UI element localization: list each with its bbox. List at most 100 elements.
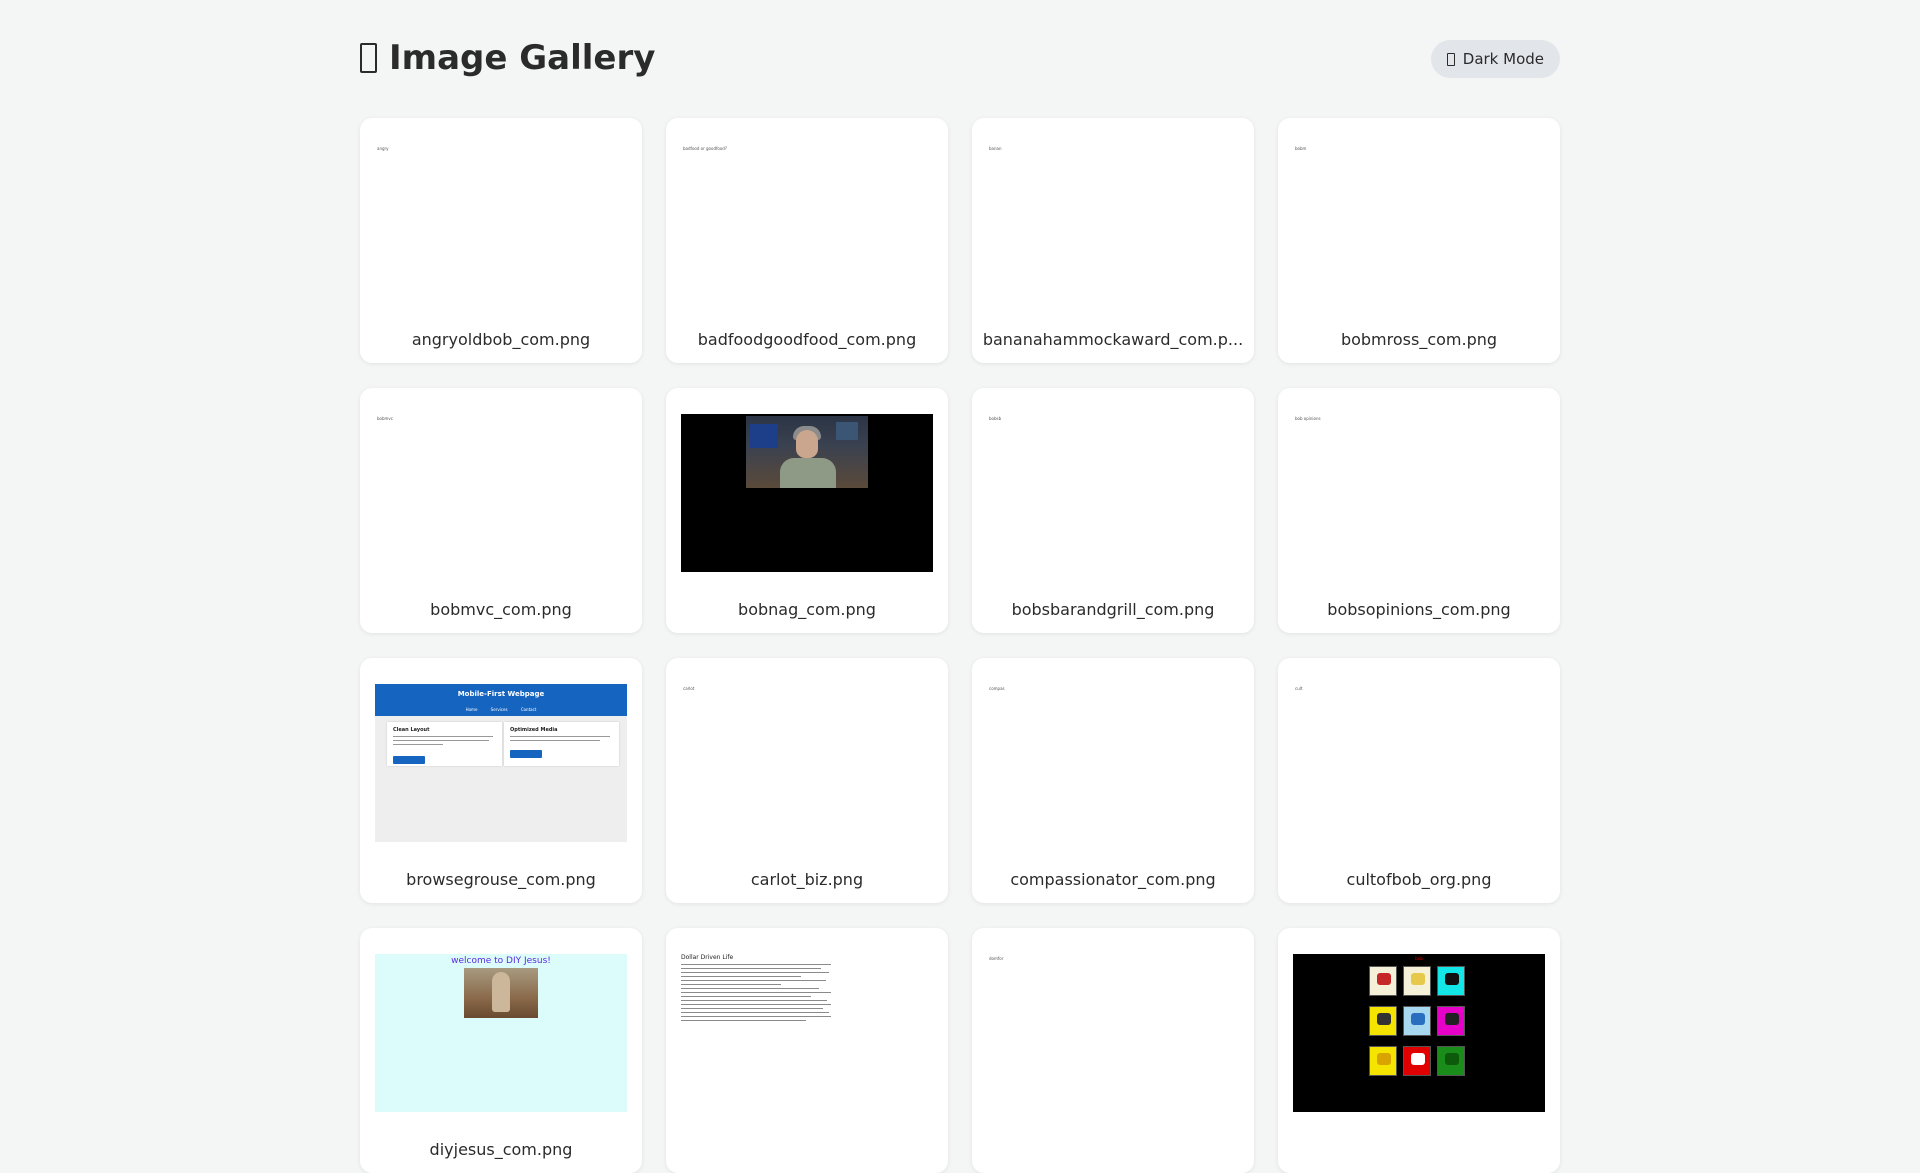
thumbnail[interactable]: domfor bbox=[987, 954, 1239, 1112]
thumbnail-text: cult bbox=[1295, 686, 1303, 691]
text-line bbox=[681, 984, 781, 985]
thumbnail-text: compas bbox=[989, 686, 1005, 691]
text-line bbox=[681, 1020, 806, 1021]
image-filename: cultofbob_org.png bbox=[1346, 870, 1492, 889]
text-line bbox=[681, 1008, 823, 1009]
text-line bbox=[681, 976, 801, 977]
figure-shape bbox=[492, 972, 510, 1012]
page-title-text: Image Gallery bbox=[389, 38, 656, 78]
image-filename: browsegrouse_com.png bbox=[406, 870, 596, 889]
thumbnail[interactable]: cult bbox=[1293, 684, 1545, 842]
thumbnail-webpage[interactable]: bob bbox=[1293, 954, 1545, 1112]
tile-icon bbox=[1369, 966, 1397, 996]
gallery-card[interactable]: compas compassionator_com.png bbox=[972, 658, 1254, 903]
tile-icon bbox=[1369, 1046, 1397, 1076]
gallery-card[interactable]: carlot carlot_biz.png bbox=[666, 658, 948, 903]
tile-icon bbox=[1369, 1006, 1397, 1036]
text-line bbox=[681, 972, 829, 973]
thumbnail[interactable]: bob opinions bbox=[1293, 414, 1545, 572]
monitor-shape bbox=[836, 422, 858, 440]
dark-mode-label: Dark Mode bbox=[1462, 50, 1544, 68]
gallery-card[interactable]: Dollar Driven Life bbox=[666, 928, 948, 1173]
thumbnail-video-still[interactable] bbox=[681, 414, 933, 572]
thumbnail[interactable]: banan bbox=[987, 144, 1239, 302]
gallery-card[interactable]: angry angryoldbob_com.png bbox=[360, 118, 642, 363]
thumb-site-card: Clean Layout bbox=[387, 722, 502, 766]
thumbnail-text: badfood or goodfood? bbox=[683, 146, 727, 151]
thumb-card-button bbox=[393, 756, 425, 764]
thumb-site-title: bob bbox=[1415, 956, 1423, 961]
tile-icon bbox=[1437, 966, 1465, 996]
text-line bbox=[681, 1016, 831, 1017]
thumbnail-webpage[interactable]: Mobile-First Webpage Home Services Conta… bbox=[375, 684, 627, 842]
gallery-card[interactable]: bobm bobmross_com.png bbox=[1278, 118, 1560, 363]
image-filename: bobmross_com.png bbox=[1340, 330, 1498, 349]
image-filename: bobsbarandgrill_com.png bbox=[1011, 600, 1215, 619]
text-line bbox=[681, 992, 831, 993]
gallery-card[interactable]: bobmvc bobmvc_com.png bbox=[360, 388, 642, 633]
thumbnail-text: bob opinions bbox=[1295, 416, 1321, 421]
tile-icon bbox=[1403, 966, 1431, 996]
text-line bbox=[681, 980, 826, 981]
thumbnail-text: bobmvc bbox=[377, 416, 393, 421]
text-line bbox=[393, 736, 493, 737]
gallery-card[interactable]: Mobile-First Webpage Home Services Conta… bbox=[360, 658, 642, 903]
thumbnail[interactable]: compas bbox=[987, 684, 1239, 842]
image-filename: carlot_biz.png bbox=[750, 870, 864, 889]
thumb-site-title: Mobile-First Webpage bbox=[457, 690, 545, 698]
image-icon bbox=[360, 43, 377, 73]
webcam-photo bbox=[746, 416, 868, 488]
thumbnail[interactable]: carlot bbox=[681, 684, 933, 842]
text-line bbox=[681, 1012, 829, 1013]
gallery-card[interactable]: welcome to DIY Jesus! diyjesus_com.png bbox=[360, 928, 642, 1173]
image-filename: bobnag_com.png bbox=[738, 600, 876, 619]
thumbnail-text: banan bbox=[989, 146, 1002, 151]
thumbnail[interactable]: badfood or goodfood? bbox=[681, 144, 933, 302]
image-filename: compassionator_com.png bbox=[1010, 870, 1216, 889]
page-header: Image Gallery Dark Mode bbox=[360, 0, 1560, 118]
thumbnail-webpage[interactable]: welcome to DIY Jesus! bbox=[375, 954, 627, 1112]
image-filename: diyjesus_com.png bbox=[429, 1140, 573, 1159]
text-line bbox=[681, 1000, 827, 1001]
text-line bbox=[681, 996, 811, 997]
page-title: Image Gallery bbox=[360, 38, 655, 78]
tile-icon bbox=[1437, 1046, 1465, 1076]
image-filename: bananahammockaward_com.p... bbox=[982, 330, 1244, 349]
thumb-site-title: Dollar Driven Life bbox=[681, 954, 734, 961]
text-line bbox=[681, 964, 831, 965]
thumbnail-text: domfor bbox=[989, 956, 1004, 961]
thumbnail-text: angry bbox=[377, 146, 389, 151]
gallery-card[interactable]: banan bananahammockaward_com.p... bbox=[972, 118, 1254, 363]
thumbnail-text: bobm bbox=[1295, 146, 1307, 151]
gallery-card[interactable]: cult cultofbob_org.png bbox=[1278, 658, 1560, 903]
gallery-card[interactable]: badfood or goodfood? badfoodgoodfood_com… bbox=[666, 118, 948, 363]
dark-mode-toggle-button[interactable]: Dark Mode bbox=[1430, 40, 1560, 78]
thumb-site-nav: Home Services Contact bbox=[465, 707, 537, 712]
thumbnail[interactable]: bobmvc bbox=[375, 414, 627, 572]
person-body-shape bbox=[780, 458, 836, 488]
tile-icon bbox=[1403, 1046, 1431, 1076]
thumbnail-webpage[interactable]: Dollar Driven Life bbox=[681, 954, 933, 1112]
gallery-card[interactable]: bobsb bobsbarandgrill_com.png bbox=[972, 388, 1254, 633]
thumbnail[interactable]: bobm bbox=[1293, 144, 1545, 302]
moon-icon bbox=[1446, 52, 1455, 66]
thumb-painting bbox=[464, 968, 538, 1018]
image-filename: badfoodgoodfood_com.png bbox=[697, 330, 917, 349]
text-line bbox=[681, 988, 819, 989]
thumb-site-header: Mobile-First Webpage Home Services Conta… bbox=[375, 684, 627, 716]
image-filename: bobmvc_com.png bbox=[430, 600, 572, 619]
thumb-site-title: welcome to DIY Jesus! bbox=[451, 956, 551, 966]
person-head-shape bbox=[796, 430, 818, 458]
tile-icon bbox=[1403, 1006, 1431, 1036]
thumbnail[interactable]: angry bbox=[375, 144, 627, 302]
gallery-card[interactable]: bob bbox=[1278, 928, 1560, 1173]
gallery-card[interactable]: domfor bbox=[972, 928, 1254, 1173]
gallery-card[interactable]: bobnag_com.png bbox=[666, 388, 948, 633]
gallery-card[interactable]: bob opinions bobsopinions_com.png bbox=[1278, 388, 1560, 633]
thumbnail[interactable]: bobsb bbox=[987, 414, 1239, 572]
text-line bbox=[510, 740, 600, 741]
text-line bbox=[681, 968, 821, 969]
image-filename: bobsopinions_com.png bbox=[1327, 600, 1511, 619]
image-grid: angry angryoldbob_com.png badfood or goo… bbox=[360, 118, 1560, 1173]
thumb-site-card: Optimized Media bbox=[504, 722, 619, 766]
